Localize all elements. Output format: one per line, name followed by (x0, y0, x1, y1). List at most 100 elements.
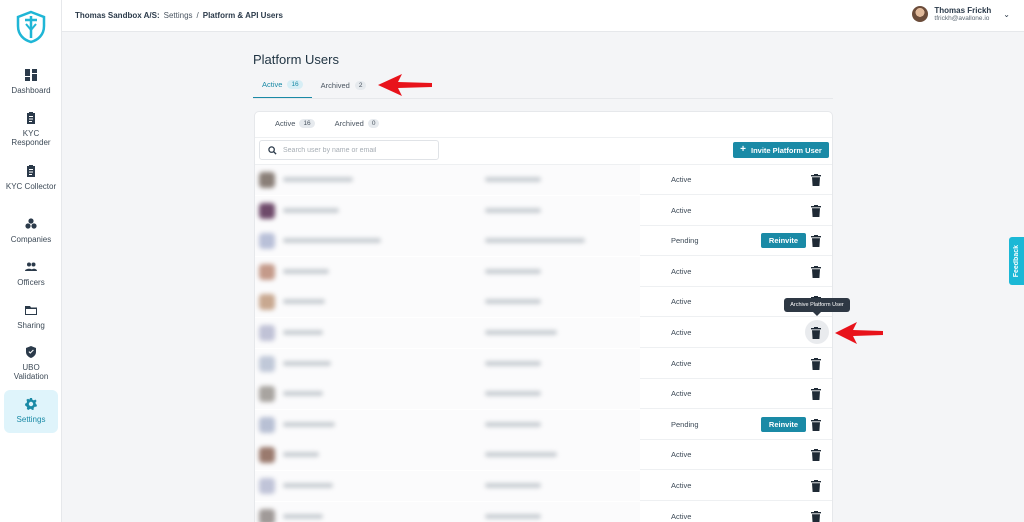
table-row[interactable]: Active (255, 256, 832, 287)
sidebar-item-settings[interactable]: Settings (4, 390, 58, 433)
search-icon (268, 145, 277, 155)
inner-tab-archived[interactable]: Archived 0 (327, 119, 388, 128)
sidebar-item-label: Officers (17, 278, 45, 287)
trash-icon[interactable] (811, 510, 821, 522)
avatar (259, 416, 275, 433)
status-text: Active (671, 328, 692, 337)
table-row[interactable]: Active (255, 348, 832, 379)
user-info-cell (255, 471, 640, 501)
search-input[interactable] (283, 146, 423, 154)
user-info-cell (255, 195, 640, 226)
user-info-cell (255, 287, 640, 318)
chevron-down-icon[interactable]: ⌄ (1003, 10, 1010, 19)
page-title: Platform Users (253, 52, 339, 67)
user-menu[interactable]: Thomas Frickh tfrickh@avallone.io ⌄ (912, 6, 1010, 22)
count-badge: 16 (287, 80, 303, 89)
avatar (259, 202, 275, 219)
blurred-email (485, 299, 541, 305)
status-text: Active (671, 511, 692, 521)
table-row[interactable]: Pending Reinvite (255, 409, 832, 440)
clipboard-icon (27, 165, 35, 177)
invite-platform-user-button[interactable]: + Invite Platform User (733, 142, 829, 158)
sidebar-item-label: KYC Collector (5, 182, 57, 191)
count-badge: 16 (299, 119, 315, 128)
user-email: tfrickh@avallone.io (934, 15, 990, 22)
search-box (259, 140, 439, 160)
user-status-tabs: Active 16 Archived 2 (253, 80, 375, 99)
tab-label: Active (275, 119, 296, 128)
tab-label: Archived (320, 81, 350, 90)
trash-icon[interactable] (811, 235, 821, 248)
tab-archived[interactable]: Archived 2 (312, 80, 376, 99)
trash-icon[interactable] (811, 174, 821, 186)
trash-icon[interactable] (811, 480, 821, 492)
table-row[interactable]: Active (255, 379, 832, 410)
sidebar-item-kyc-responder[interactable]: KYC Responder (4, 112, 58, 147)
table-row[interactable]: Active (255, 501, 832, 522)
blurred-email (485, 360, 541, 366)
table-row[interactable]: Pending Reinvite (255, 226, 832, 257)
avatar (259, 508, 275, 522)
blurred-name (283, 268, 329, 274)
blurred-name (283, 421, 335, 427)
shield-logo-icon[interactable] (16, 10, 46, 44)
count-badge: 0 (367, 119, 380, 128)
table-row[interactable]: Active (255, 287, 832, 318)
trash-icon[interactable] (811, 357, 821, 370)
shield-check-icon (26, 346, 36, 358)
companies-icon (25, 218, 37, 229)
reinvite-button[interactable]: Reinvite (761, 233, 806, 249)
status-text: Active (671, 266, 692, 276)
blurred-email (485, 268, 541, 274)
feedback-label: Feedback (1013, 244, 1020, 278)
sidebar-item-label: Sharing (17, 321, 45, 330)
table-row[interactable]: Active (255, 195, 832, 226)
breadcrumb-org[interactable]: Thomas Sandbox A/S: (75, 11, 160, 20)
trash-icon[interactable] (811, 418, 821, 431)
blurred-name (283, 391, 323, 397)
folder-icon (25, 306, 37, 315)
sidebar-item-dashboard[interactable]: Dashboard (4, 69, 58, 95)
trash-icon[interactable] (811, 449, 821, 462)
feedback-tab[interactable]: Feedback (1009, 237, 1024, 285)
blurred-email (485, 177, 541, 182)
plus-icon: + (740, 144, 746, 155)
blurred-email (485, 391, 541, 397)
annotation-arrow-icon (378, 74, 432, 96)
avatar (259, 294, 275, 311)
status-text: Active (671, 389, 692, 399)
tab-active[interactable]: Active 16 (253, 80, 312, 99)
table-row[interactable]: Active (255, 318, 832, 348)
status-text: Pending (671, 419, 699, 429)
sidebar-item-kyc-collector[interactable]: KYC Collector (4, 165, 58, 191)
sidebar-item-label: Dashboard (11, 86, 51, 95)
user-info-cell (255, 318, 640, 348)
sidebar-item-officers[interactable]: Officers (4, 261, 58, 287)
inner-tabs: Active 16 Archived 0 (267, 119, 387, 128)
table-row[interactable]: Active (255, 440, 832, 471)
table-row[interactable]: Active (255, 471, 832, 501)
blurred-email (485, 483, 541, 488)
reinvite-button[interactable]: Reinvite (761, 416, 806, 432)
blurred-name (283, 483, 333, 488)
trash-icon[interactable] (811, 327, 821, 339)
avatar (259, 478, 275, 494)
clipboard-icon (27, 112, 35, 124)
user-info-cell (255, 348, 640, 379)
avatar (259, 172, 275, 188)
trash-icon[interactable] (811, 388, 821, 401)
table-row[interactable]: Active (255, 165, 832, 195)
trash-icon[interactable] (811, 265, 821, 278)
sidebar-item-ubo-validation[interactable]: UBO Validation (4, 346, 58, 381)
sidebar-item-label: Companies (10, 235, 52, 244)
status-text: Active (671, 481, 692, 490)
top-header: Thomas Sandbox A/S: Settings / Platform … (62, 0, 1024, 32)
sidebar-item-sharing[interactable]: Sharing (4, 304, 58, 330)
trash-icon[interactable] (811, 204, 821, 217)
sidebar-item-companies[interactable]: Companies (4, 218, 58, 244)
breadcrumb-settings[interactable]: Settings (164, 11, 193, 20)
blurred-email (485, 421, 541, 427)
inner-tab-active[interactable]: Active 16 (267, 119, 323, 128)
sidebar-item-label: Settings (16, 415, 46, 424)
sidebar: Dashboard KYC Responder KYC Collector Co… (0, 0, 62, 522)
